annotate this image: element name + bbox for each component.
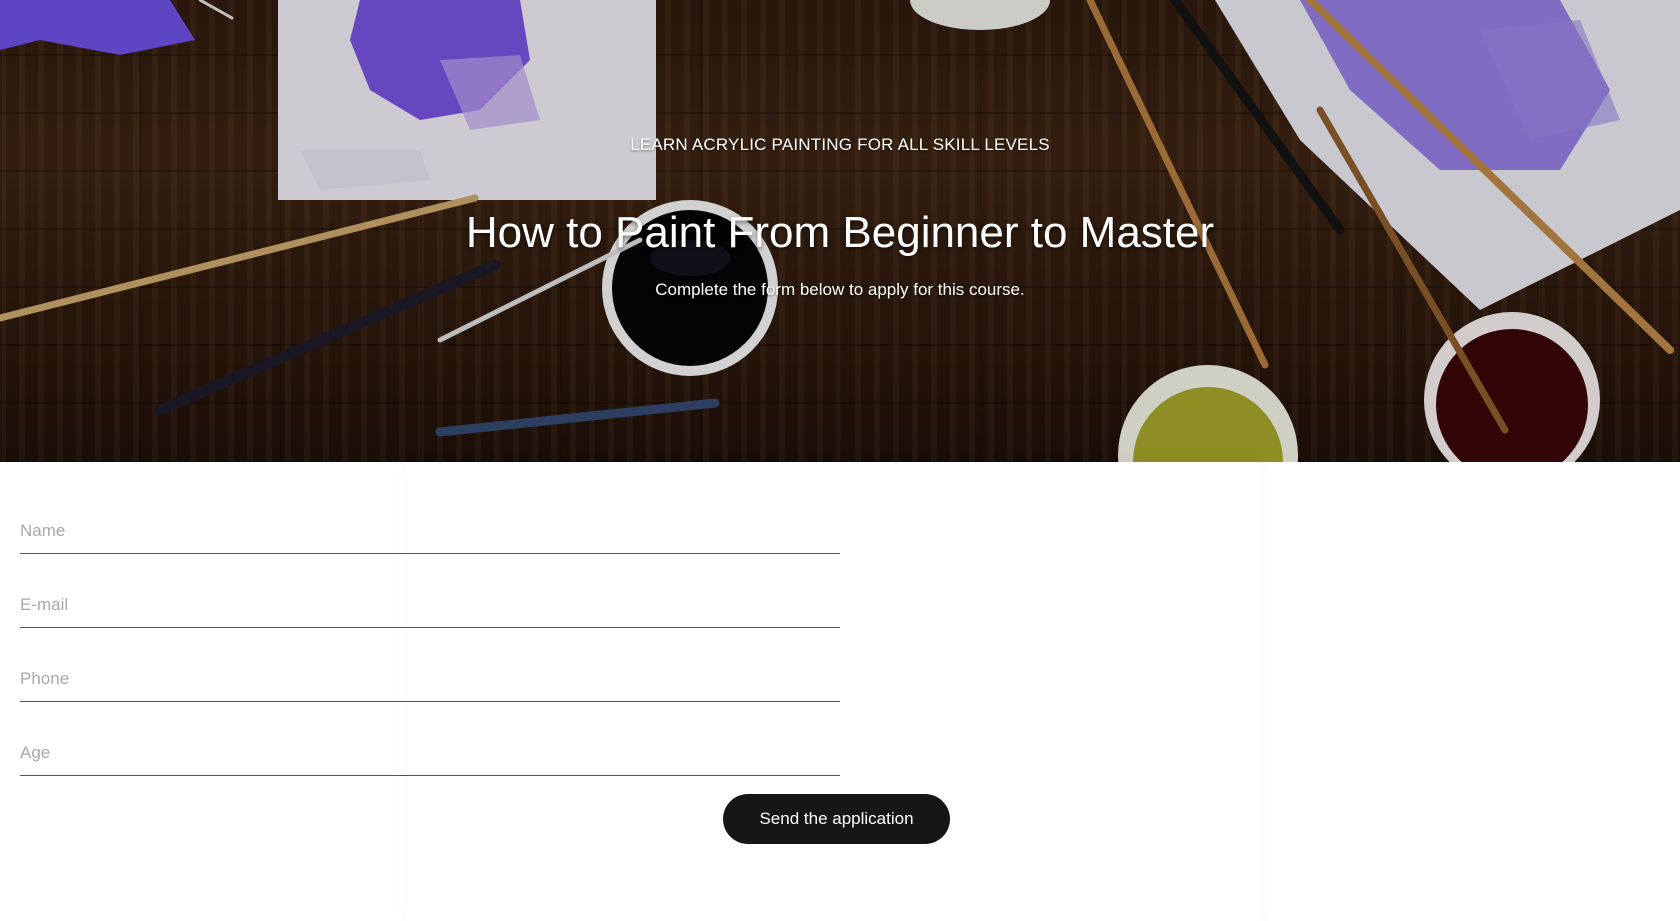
hero-kicker: LEARN ACRYLIC PAINTING FOR ALL SKILL LEV… [630, 135, 1050, 154]
page-title: How to Paint From Beginner to Master [465, 208, 1215, 257]
name-input[interactable] [20, 494, 840, 554]
age-input[interactable] [20, 716, 840, 776]
hero-banner: LEARN ACRYLIC PAINTING FOR ALL SKILL LEV… [0, 0, 1680, 462]
email-input[interactable] [20, 568, 840, 628]
phone-input[interactable] [20, 642, 840, 702]
hero-subtitle: Complete the form below to apply for thi… [655, 280, 1025, 299]
send-application-button[interactable]: Send the application [723, 794, 950, 844]
